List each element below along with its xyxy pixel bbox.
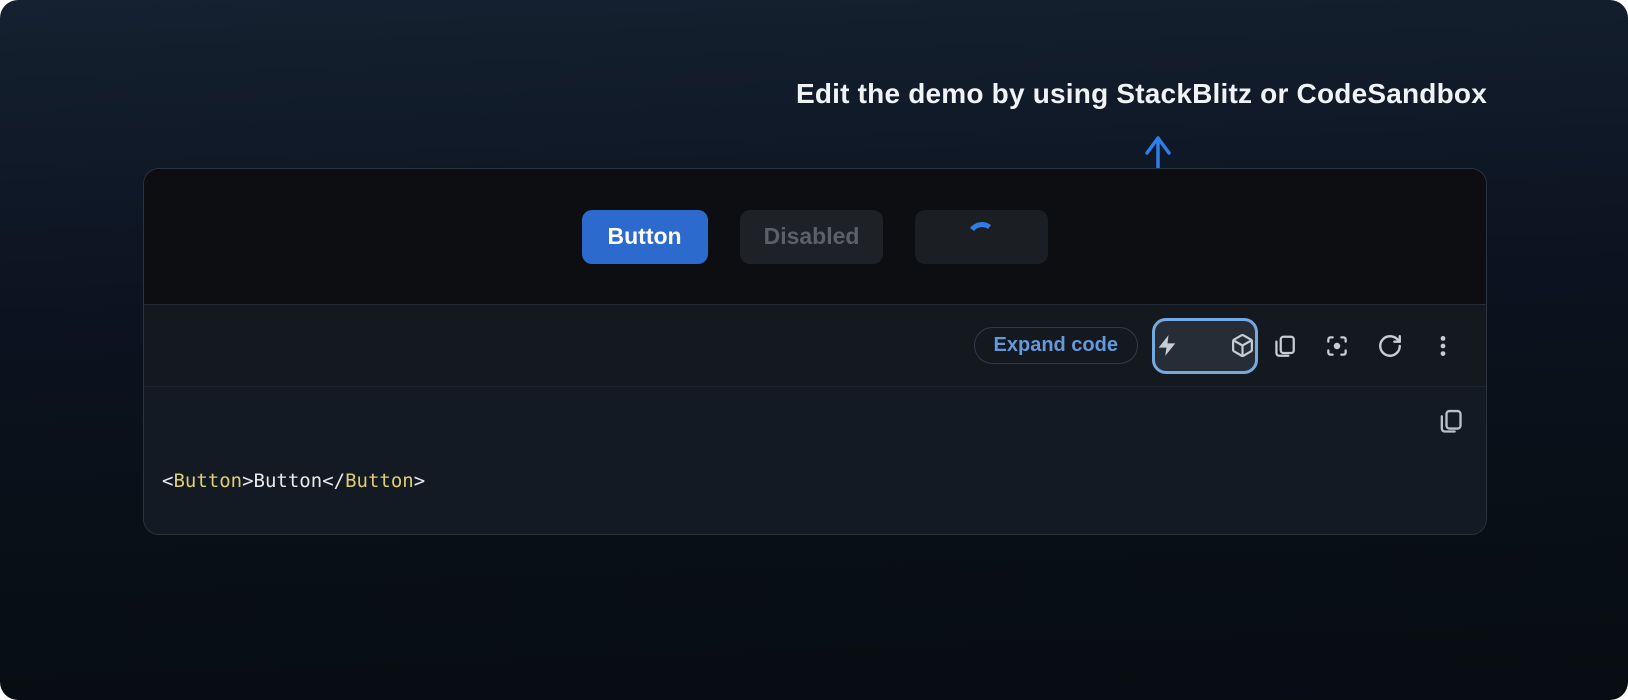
code-block: <Button>Button</Button> <Button disabled… [144,386,1486,535]
demo-disabled-button[interactable]: Disabled [740,210,884,264]
demo-toolbar: Expand code [144,304,1486,386]
arrow-head [1147,138,1169,153]
stackblitz-lightning-icon[interactable] [1155,332,1180,359]
demo-preview-area: Button Disabled [144,169,1486,304]
annotation-title: Edit the demo by using StackBlitz or Cod… [796,78,1487,110]
edit-links-highlight-box [1152,318,1258,374]
code-line: <Button>Button</Button> [162,466,1416,498]
demo-primary-button[interactable]: Button [582,210,708,264]
loading-spinner-icon [965,220,999,254]
code-copy-icon[interactable] [1435,406,1464,435]
more-vertical-icon[interactable] [1429,332,1456,359]
refresh-icon[interactable] [1376,332,1403,359]
demo-card: Button Disabled Expand code [143,168,1487,535]
screenshot-icon[interactable] [1323,332,1350,359]
app-background: Edit the demo by using StackBlitz or Cod… [0,0,1628,700]
copy-icon[interactable] [1270,332,1297,359]
codesandbox-cube-icon[interactable] [1230,332,1255,359]
expand-code-button[interactable]: Expand code [974,327,1138,364]
demo-loading-button[interactable] [915,210,1048,264]
